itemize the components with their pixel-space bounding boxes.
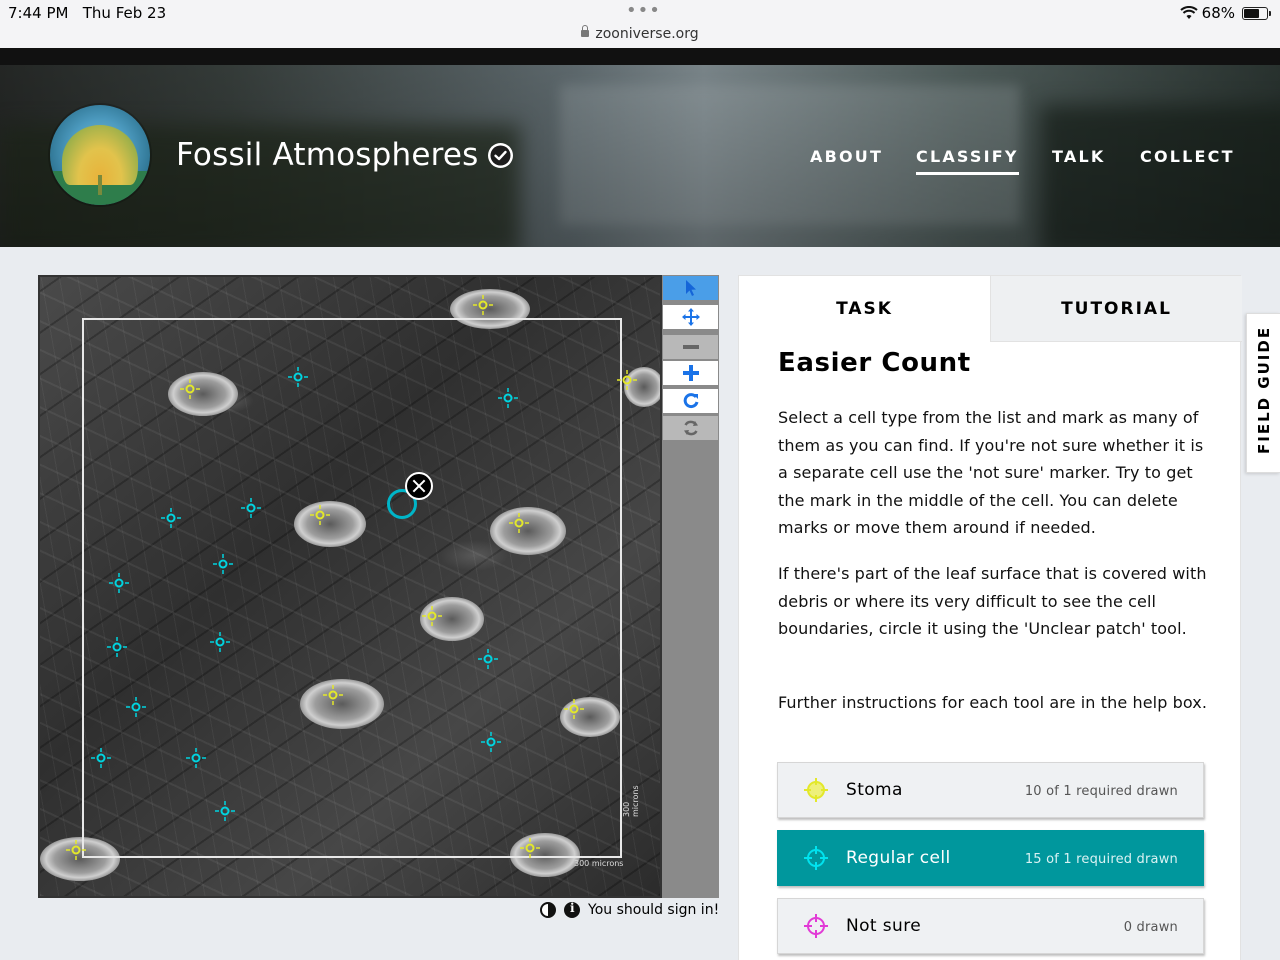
tool-count: 0 drawn [1123,920,1178,935]
project-header: Fossil Atmospheres ABOUT CLASSIFY TALK C… [0,65,1280,247]
info-icon[interactable] [564,901,580,918]
task-instructions: Further instructions for each tool are i… [778,693,1208,712]
stoma-mark[interactable] [421,605,443,627]
move-arrows-icon [681,308,700,326]
delete-mark-button[interactable] [405,472,433,500]
nav-collect[interactable]: COLLECT [1140,147,1235,166]
tool-stoma[interactable]: Stoma 10 of 1 required drawn [777,762,1204,818]
plus-icon [682,365,699,381]
stoma-mark[interactable] [179,378,201,400]
select-tool-button[interactable] [663,276,718,300]
stoma-mark[interactable] [519,837,541,859]
pointer-icon [685,280,696,296]
battery-percent: 68% [1201,4,1235,22]
viewer-footer: You should sign in! [540,901,719,918]
regular-cell-mark[interactable] [214,800,236,822]
regular-cell-mark[interactable] [106,636,128,658]
crosshair-icon [804,778,828,802]
regular-cell-mark[interactable] [108,572,130,594]
refresh-icon [683,420,698,436]
nav-classify[interactable]: CLASSIFY [916,147,1019,175]
browser-divider [0,48,1280,65]
project-title[interactable]: Fossil Atmospheres [176,137,479,173]
task-instructions: If there's part of the leaf surface that… [778,564,1207,638]
verified-badge-icon [488,143,513,168]
subject-frame [82,318,622,858]
rotate-icon [683,393,698,409]
crosshair-icon [804,914,828,938]
regular-cell-mark[interactable] [160,507,182,529]
minus-icon [682,345,699,349]
tool-not-sure[interactable]: Not sure 0 drawn [777,898,1204,954]
status-indicators: 68% [1179,4,1271,22]
tool-count: 15 of 1 required drawn [1024,852,1178,867]
stoma-mark[interactable] [472,294,494,316]
tool-label: Not sure [846,916,922,936]
task-tabs: TASK TUTORIAL [739,276,1242,342]
task-panel: TASK TUTORIAL Easier Count Select a cell… [738,275,1242,960]
task-instructions: Select a cell type from the list and mar… [778,408,1204,537]
battery-icon [1242,6,1271,20]
tool-label: Regular cell [846,848,951,868]
lock-icon [581,25,590,37]
address-bar[interactable]: zooniverse.org [0,25,1280,42]
stoma-mark[interactable] [508,512,530,534]
wifi-icon [1179,6,1198,19]
field-guide-tab[interactable]: FIELD GUIDE [1246,313,1280,473]
reset-view-button[interactable] [663,416,718,440]
status-time: 7:44 PM Thu Feb 23 [8,4,167,22]
regular-cell-mark[interactable] [477,648,499,670]
stoma-mark[interactable] [309,504,331,526]
field-guide-label: FIELD GUIDE [1255,325,1273,454]
task-heading: Easier Count [778,348,971,378]
crosshair-icon [804,846,828,870]
nav-talk[interactable]: TALK [1052,147,1105,166]
scale-label-vertical: 300 microns [622,785,640,817]
subject-viewer[interactable]: 300 microns 300 microns [38,275,662,898]
regular-cell-mark[interactable] [90,747,112,769]
tab-tutorial[interactable]: TUTORIAL [990,276,1242,342]
nav-about[interactable]: ABOUT [810,147,883,166]
tab-task[interactable]: TASK [739,276,990,342]
zoom-out-button[interactable] [663,335,718,359]
regular-cell-mark[interactable] [497,387,519,409]
stoma-mark[interactable] [563,698,585,720]
stoma-mark[interactable] [322,684,344,706]
tool-label: Stoma [846,780,903,800]
regular-cell-mark[interactable] [287,366,309,388]
tool-regular-cell[interactable]: Regular cell 15 of 1 required drawn [777,830,1204,886]
more-dots-icon[interactable]: ••• [626,0,661,21]
regular-cell-mark[interactable] [125,696,147,718]
viewer-toolbar [662,275,719,898]
ios-status-bar: 7:44 PM Thu Feb 23 ••• zooniverse.org 68… [0,0,1280,48]
regular-cell-mark[interactable] [240,497,262,519]
stoma-mark[interactable] [616,369,638,391]
regular-cell-mark[interactable] [212,553,234,575]
scale-label: 300 microns [574,859,624,868]
regular-cell-mark[interactable] [209,631,231,653]
regular-cell-mark[interactable] [185,747,207,769]
project-avatar[interactable] [50,105,150,205]
tool-count: 10 of 1 required drawn [1024,784,1178,799]
signin-notice[interactable]: You should sign in! [588,902,719,918]
zoom-in-button[interactable] [663,361,718,385]
contrast-icon[interactable] [540,902,556,918]
pan-tool-button[interactable] [663,305,718,329]
stoma-mark[interactable] [65,839,87,861]
rotate-button[interactable] [663,389,718,413]
regular-cell-mark[interactable] [480,731,502,753]
